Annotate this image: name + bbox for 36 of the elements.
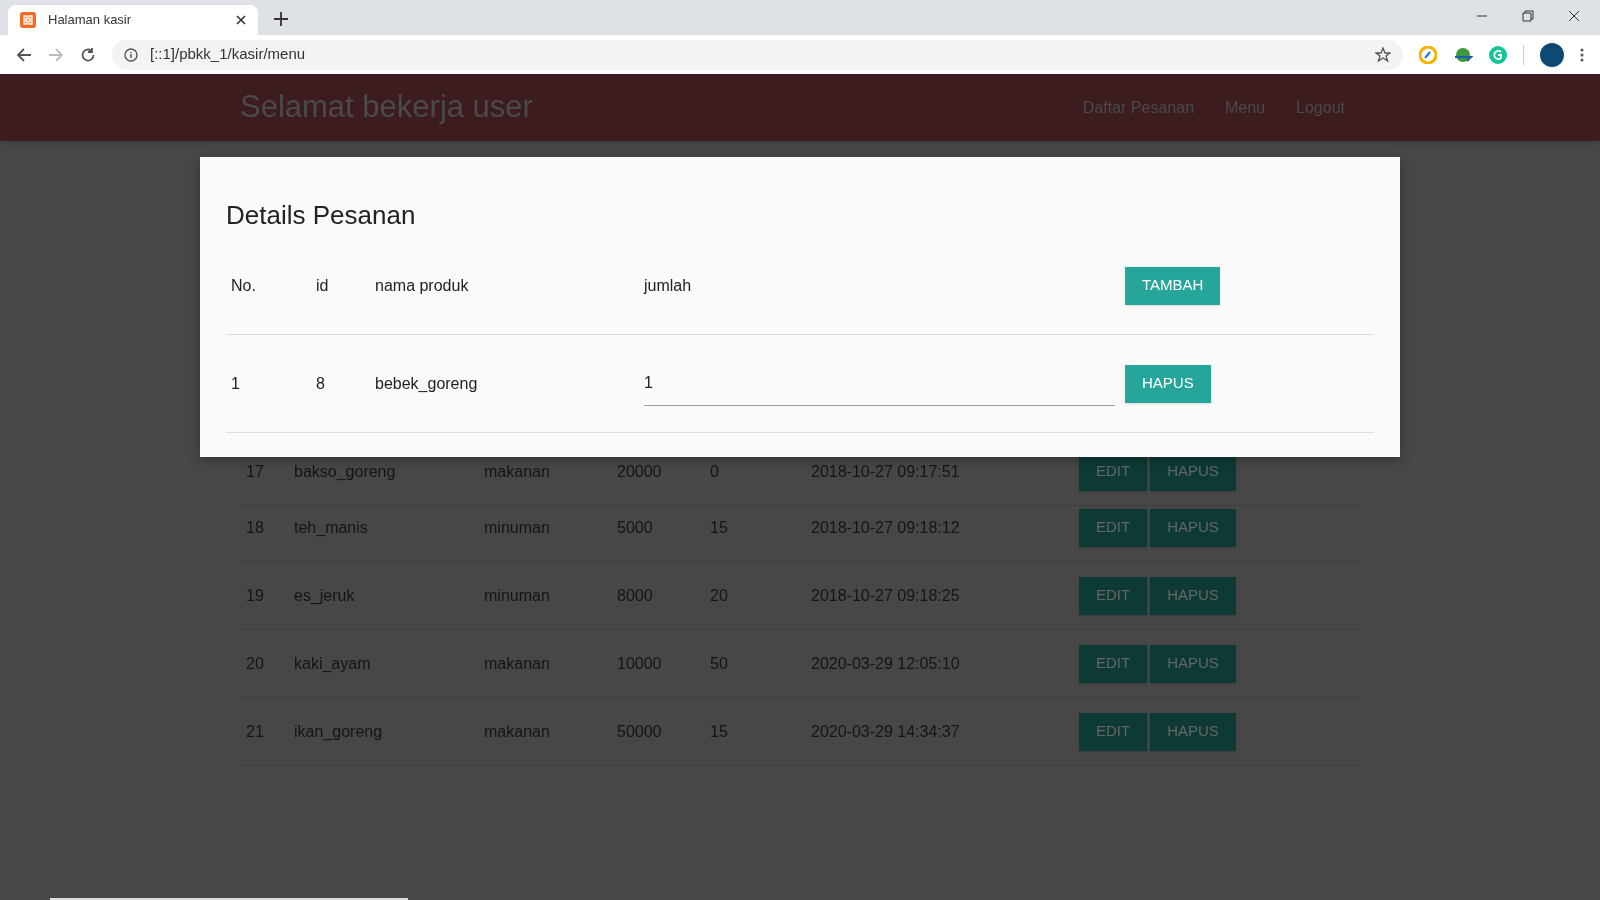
menu-icon[interactable] — [1580, 47, 1584, 62]
edit-button[interactable]: EDIT — [1079, 712, 1148, 751]
address-bar[interactable]: [::1]/pbkk_1/kasir/menu — [112, 39, 1403, 70]
tab-title: Halaman kasir — [48, 11, 133, 30]
browser-tab[interactable]: Halaman kasir — [8, 5, 258, 35]
column-header: No. — [231, 275, 257, 296]
delete-button[interactable]: HAPUS — [1150, 644, 1236, 683]
delete-button[interactable]: HAPUS — [1150, 712, 1236, 751]
reload-icon[interactable] — [80, 46, 96, 63]
back-arrow-icon[interactable] — [16, 46, 32, 63]
restore-icon[interactable] — [1522, 10, 1534, 22]
column-header: jumlah — [644, 275, 693, 296]
close-icon[interactable] — [236, 15, 246, 25]
delete-button[interactable]: HAPUS — [1125, 364, 1211, 403]
table-cell-text: bebek_goreng — [375, 373, 479, 394]
close-icon[interactable] — [1568, 10, 1580, 22]
modal-title: Details Pesanan — [226, 199, 417, 232]
profile-avatar[interactable] — [1540, 42, 1564, 67]
url-text: [::1]/pbkk_1/kasir/menu — [150, 44, 307, 65]
edit-button[interactable]: EDIT — [1079, 508, 1148, 547]
star-icon[interactable] — [1375, 46, 1391, 63]
new-tab-icon[interactable] — [274, 12, 288, 26]
add-button[interactable]: TAMBAH — [1125, 266, 1221, 305]
table-cell-text: 1 — [231, 373, 241, 394]
info-icon — [124, 47, 138, 62]
column-header: id — [316, 275, 330, 296]
edit-button[interactable]: EDIT — [1079, 576, 1148, 615]
table-cell-text: 8 — [316, 373, 326, 394]
column-header: nama produk — [375, 275, 470, 296]
app-logo-icon — [20, 12, 36, 28]
edit-button[interactable]: EDIT — [1079, 644, 1148, 683]
delete-button[interactable]: HAPUS — [1150, 508, 1236, 547]
delete-button[interactable]: HAPUS — [1150, 576, 1236, 615]
extension-icon[interactable] — [1419, 45, 1437, 64]
quantity-field[interactable]: 1 — [644, 361, 1115, 406]
globe-extension-icon[interactable] — [1453, 45, 1473, 64]
